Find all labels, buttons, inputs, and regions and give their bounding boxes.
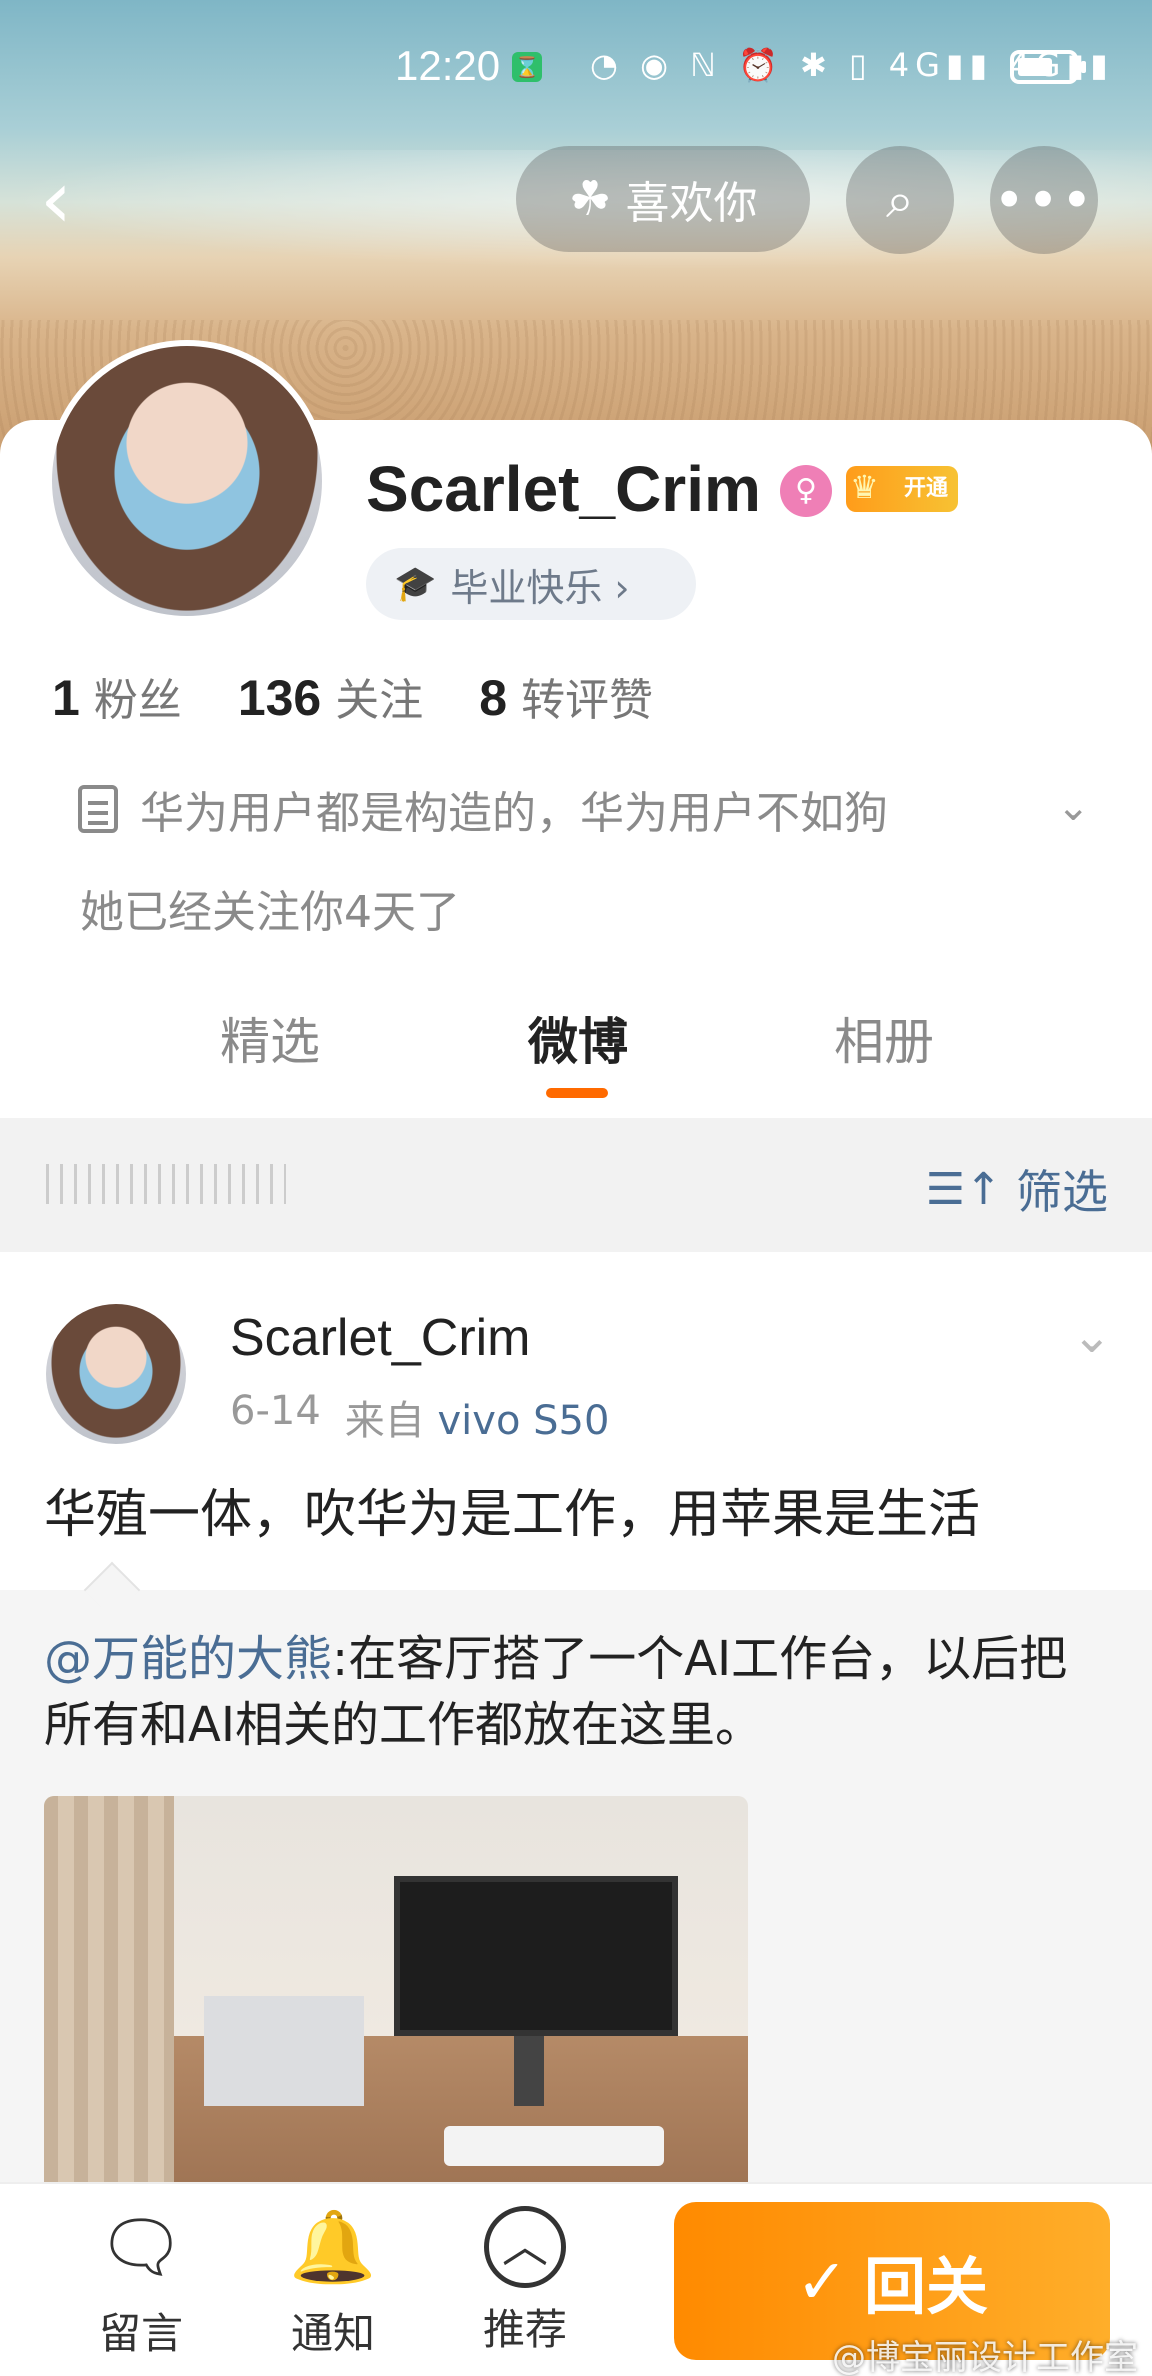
- post-device[interactable]: vivo S50: [438, 1398, 610, 1444]
- vip-open-badge[interactable]: ♛ 开通: [846, 466, 958, 512]
- search-icon: ⌕: [886, 170, 914, 229]
- repost-mention[interactable]: @万能的大熊: [44, 1631, 332, 1687]
- stat-fans-count: 1: [52, 670, 80, 726]
- graduation-cap-icon: 🎓: [394, 564, 437, 604]
- stat-interactions[interactable]: 8 转评赞: [479, 664, 653, 728]
- weibo-post[interactable]: Scarlet_Crim 6-14 来自 vivo S50 ⌄ 华殖一体，吹华为…: [0, 1252, 1152, 2196]
- profile-avatar[interactable]: [46, 340, 328, 622]
- post-author-name[interactable]: Scarlet_Crim: [230, 1308, 531, 1368]
- document-icon: [78, 785, 118, 833]
- notify-label: 通知: [290, 2309, 375, 2358]
- like-you-label: 喜欢你: [625, 178, 758, 229]
- recommend-icon: ︿: [484, 2206, 566, 2288]
- status-bar: 12:20 ⌛ ◔ ◉ ℕ ⏰ ✱ ▯ 4G▮▮ 4G▮▮: [0, 38, 1152, 98]
- post-date: 6-14: [230, 1388, 321, 1434]
- repost-text: @万能的大熊:在客厅搭了一个AI工作台，以后把所有和AI相关的工作都放在这里。: [44, 1626, 1104, 1758]
- post-author-avatar[interactable]: [46, 1304, 186, 1444]
- photo-curtain: [44, 1796, 174, 2196]
- tab-featured[interactable]: 精选: [220, 1002, 320, 1074]
- back-button[interactable]: ‹: [40, 160, 100, 240]
- tab-weibo[interactable]: 微博: [528, 1002, 628, 1074]
- sort-filter-icon: ☰↑: [925, 1163, 1002, 1215]
- search-button[interactable]: ⌕: [846, 146, 954, 254]
- graduation-tag[interactable]: 🎓 毕业快乐 ›: [366, 548, 696, 620]
- profile-tabs: 精选 微博 相册: [0, 990, 1152, 1098]
- stat-following[interactable]: 136 关注: [238, 664, 423, 728]
- graduation-tag-label: 毕业快乐 ›: [450, 565, 630, 610]
- bio-text: 华为用户都是构造的，华为用户不如狗: [140, 788, 888, 839]
- filter-label: 筛选: [1016, 1165, 1108, 1219]
- check-icon: ✓: [796, 2244, 848, 2318]
- filter-strip: ☰↑ 筛选: [0, 1118, 1152, 1252]
- reposted-content[interactable]: @万能的大熊:在客厅搭了一个AI工作台，以后把所有和AI相关的工作都放在这里。: [0, 1561, 1152, 2196]
- follow-duration-note: 她已经关注你4天了: [80, 887, 460, 938]
- stat-fans[interactable]: 1 粉丝: [52, 664, 182, 728]
- stat-fans-label: 粉丝: [93, 675, 182, 726]
- blurred-text: [46, 1164, 286, 1204]
- recommend-label: 推荐: [482, 2305, 567, 2354]
- more-icon: •••: [993, 168, 1095, 232]
- stat-interactions-count: 8: [479, 670, 508, 726]
- chevron-down-icon[interactable]: ⌄: [1056, 784, 1090, 830]
- post-options-chevron-icon[interactable]: ⌄: [1072, 1308, 1112, 1364]
- notify-button[interactable]: 🔔 通知: [268, 2202, 398, 2361]
- stat-following-label: 关注: [335, 675, 424, 726]
- tab-album[interactable]: 相册: [834, 1002, 934, 1074]
- vip-label: 开通: [903, 476, 948, 501]
- female-gender-icon: ♀: [780, 465, 832, 517]
- crown-icon: ♛: [850, 468, 879, 506]
- repost-photo[interactable]: [44, 1796, 748, 2196]
- active-tab-indicator: [546, 1088, 608, 1098]
- bell-plus-icon: 🔔: [289, 2206, 377, 2288]
- message-icon: 🗨: [96, 2206, 186, 2288]
- more-button[interactable]: •••: [990, 146, 1098, 254]
- battery-icon: [1010, 50, 1086, 84]
- post-meta: 6-14 来自 vivo S50: [230, 1388, 609, 1446]
- photo-box: [204, 1996, 364, 2106]
- follow-back-label: 回关: [863, 2250, 988, 2323]
- stat-following-count: 136: [237, 670, 322, 726]
- photo-keyboard: [444, 2126, 664, 2166]
- post-text: 华殖一体，吹华为是工作，用苹果是生活: [44, 1485, 981, 1545]
- like-you-button[interactable]: ☘ 喜欢你: [516, 146, 810, 252]
- post-source-prefix: 来自: [344, 1398, 425, 1444]
- stat-interactions-label: 转评赞: [521, 675, 654, 726]
- repost-notch: [83, 1561, 141, 1619]
- profile-stats: 1 粉丝 136 关注 8 转评赞: [52, 664, 653, 734]
- status-time: 12:20: [395, 42, 501, 89]
- back-chevron-icon: ‹: [40, 153, 72, 246]
- photo-monitor: [394, 1876, 678, 2036]
- message-label: 留言: [98, 2309, 183, 2358]
- profile-bio[interactable]: 华为用户都是构造的，华为用户不如狗 ⌄: [78, 774, 1098, 844]
- photo-monitor-stand: [514, 2036, 544, 2106]
- recommend-button[interactable]: ︿ 推荐: [460, 2202, 590, 2357]
- message-button[interactable]: 🗨 留言: [76, 2202, 206, 2361]
- filter-button[interactable]: ☰↑ 筛选: [926, 1156, 1108, 1222]
- hourglass-icon: ⌛: [512, 52, 542, 82]
- watermark: @博宝丽设计工作室: [832, 2338, 1138, 2376]
- profile-username: Scarlet_Crim: [366, 453, 761, 525]
- peach-icon: ☘: [568, 171, 612, 227]
